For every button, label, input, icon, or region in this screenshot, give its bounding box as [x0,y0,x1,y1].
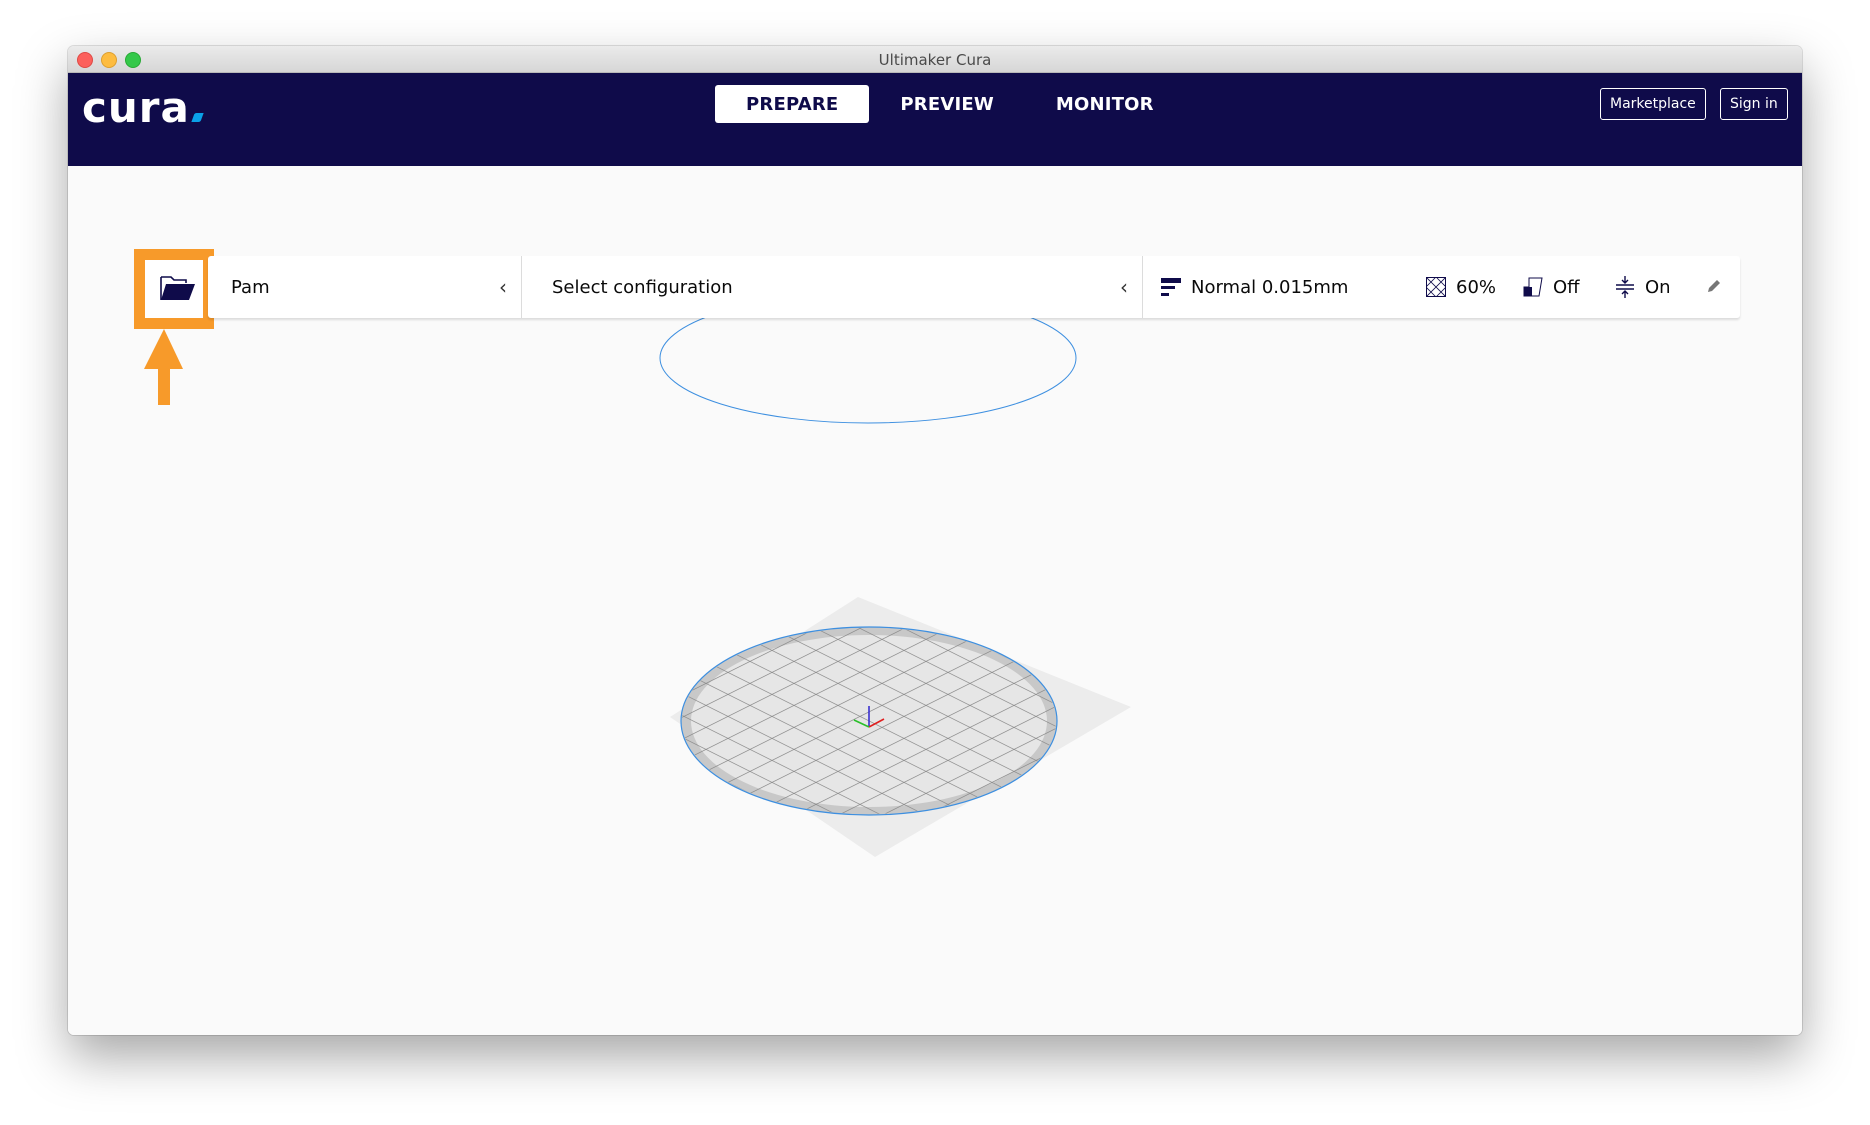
build-plate-grid [682,628,1056,814]
configuration-selector[interactable]: Select configuration ‹ [522,256,1143,318]
profile-setting: Normal 0.015mm [1161,277,1348,298]
tab-preview[interactable]: PREVIEW [869,85,1025,123]
viewport[interactable]: Pam ‹ Select configuration ‹ Normal 0.01… [68,166,1802,1035]
folder-open-icon [160,276,195,300]
infill-setting: 60% [1426,277,1496,298]
app-header: cura PREPARE PREVIEW MONITOR Marketplace… [68,73,1802,166]
adhesion-label: On [1645,276,1671,298]
support-label: Off [1553,276,1580,298]
sign-in-button[interactable]: Sign in [1720,88,1788,120]
app-window: Ultimaker Cura cura PREPARE PREVIEW MONI… [68,46,1802,1035]
stage-tabs: PREPARE PREVIEW MONITOR [715,85,1185,123]
chevron-left-icon: ‹ [499,275,507,299]
marketplace-button[interactable]: Marketplace [1600,88,1706,120]
profile-icon [1161,278,1181,296]
profile-label: Normal 0.015mm [1191,276,1349,298]
infill-label: 60% [1456,276,1497,298]
chevron-left-icon: ‹ [1120,275,1128,299]
open-file-button[interactable] [134,249,214,329]
infill-icon [1426,277,1446,297]
tab-prepare[interactable]: PREPARE [715,85,870,123]
print-setup-toolbar: Pam ‹ Select configuration ‹ Normal 0.01… [208,256,1740,318]
printer-selector[interactable]: Pam ‹ [208,256,522,318]
adhesion-icon [1616,276,1634,298]
support-setting: Off [1523,277,1580,298]
printer-name: Pam [231,276,270,298]
support-icon [1523,277,1543,297]
adhesion-setting: On [1615,276,1671,298]
pencil-icon[interactable] [1706,278,1722,294]
configuration-label: Select configuration [552,276,733,298]
window-title: Ultimaker Cura [878,51,992,69]
cura-logo: cura [82,83,204,132]
annotation-arrow-icon [144,329,183,405]
print-settings-selector[interactable]: Normal 0.015mm 60% Off On [1143,256,1740,318]
tab-monitor[interactable]: MONITOR [1025,85,1185,123]
title-bar: Ultimaker Cura [68,46,1802,73]
